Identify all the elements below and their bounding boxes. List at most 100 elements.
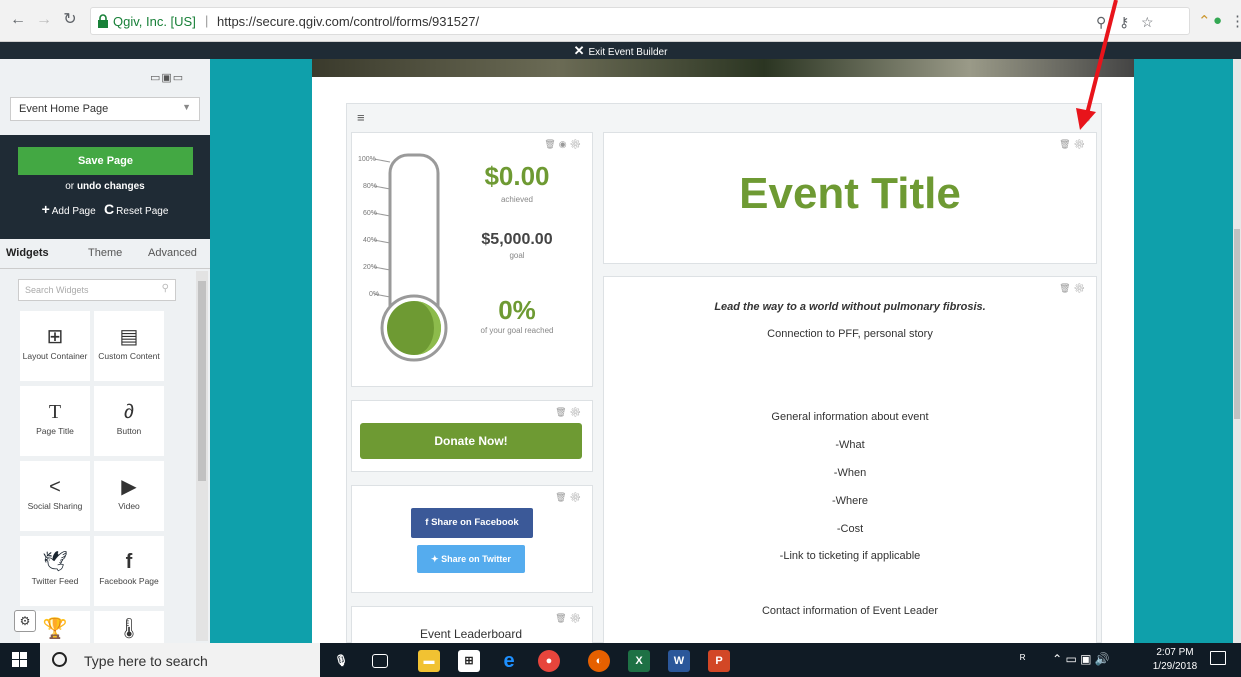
- widget-scrollbar[interactable]: [196, 271, 208, 641]
- donate-now-button[interactable]: Donate Now!: [360, 423, 582, 459]
- achieved-label: achieved: [500, 195, 534, 204]
- gear-icon[interactable]: ⚙: [1074, 283, 1088, 293]
- powerpoint-icon[interactable]: P: [708, 650, 730, 672]
- word-icon[interactable]: W: [668, 650, 690, 672]
- widget-twitter-feed[interactable]: 🕊 Twitter Feed: [20, 536, 90, 606]
- file-explorer-icon[interactable]: ▬: [418, 650, 440, 672]
- settings-gear-icon[interactable]: ⚙: [14, 610, 36, 632]
- clock-date[interactable]: 1/29/2018: [1150, 661, 1200, 672]
- star-icon[interactable]: ☆: [1141, 14, 1154, 31]
- close-icon: ✕: [573, 43, 585, 58]
- notification-icon[interactable]: [1210, 651, 1226, 665]
- share-facebook-label: Share on Facebook: [431, 517, 519, 528]
- chevron-down-icon: ▼: [182, 102, 191, 112]
- trash-icon[interactable]: 🗑: [1059, 139, 1073, 149]
- microphone-icon[interactable]: 🎙: [330, 650, 352, 672]
- chrome-icon[interactable]: ●: [538, 650, 560, 672]
- layout-toggle-icon[interactable]: ▭▣▭: [150, 71, 184, 84]
- widget-label: Social Sharing: [27, 501, 83, 511]
- share-twitter-button[interactable]: ✦ Share on Twitter: [417, 545, 525, 573]
- goal-label: goal: [509, 251, 525, 260]
- search-icon: ⚲: [161, 283, 169, 294]
- gear-icon[interactable]: ⚙: [570, 613, 584, 623]
- back-icon[interactable]: ←: [8, 10, 28, 30]
- widget-label: Video: [118, 501, 140, 511]
- reload-icon[interactable]: ↻: [60, 10, 80, 30]
- page-select[interactable]: Event Home Page ▼: [10, 97, 200, 121]
- taskbar-search[interactable]: Type here to search: [40, 643, 320, 677]
- gear-icon[interactable]: ⚙: [570, 492, 584, 502]
- forward-icon[interactable]: →: [34, 10, 54, 30]
- grammarly-icon[interactable]: ●: [1213, 12, 1222, 29]
- key-icon[interactable]: ⚷: [1119, 14, 1129, 31]
- share-facebook-button[interactable]: f Share on Facebook: [411, 508, 533, 538]
- lock-icon: [98, 14, 108, 28]
- excel-icon[interactable]: X: [628, 650, 650, 672]
- page-title-widget: 🗑⚙ Event Title: [603, 132, 1097, 264]
- gear-icon[interactable]: ⚙: [1074, 139, 1088, 149]
- clock-time[interactable]: 2:07 PM: [1150, 647, 1200, 658]
- widget-video[interactable]: ▶ Video: [94, 461, 164, 531]
- widget-facebook-page[interactable]: f Facebook Page: [94, 536, 164, 606]
- system-tray[interactable]: ᴿ ⌃ ▭ ▣ 🔊: [1020, 652, 1110, 666]
- extension-icon[interactable]: ⌃: [1198, 12, 1211, 30]
- tick-label: 100%: [358, 156, 376, 163]
- edge-icon[interactable]: e: [498, 650, 520, 672]
- widget-label: Custom Content: [98, 351, 160, 361]
- windows-start-icon[interactable]: [12, 652, 28, 668]
- task-view-icon[interactable]: [372, 654, 388, 668]
- twitter-icon: ✦: [431, 554, 442, 564]
- twitter-icon: 🕊: [42, 551, 68, 573]
- description-lead: Lead the way to a world without pulmonar…: [714, 301, 986, 313]
- tab-theme[interactable]: Theme: [88, 247, 122, 259]
- address-bar[interactable]: Qgiv, Inc. [US] | https://secure.qgiv.co…: [90, 7, 1190, 35]
- widget-page-title[interactable]: T Page Title: [20, 386, 90, 456]
- cortana-icon: [52, 652, 67, 667]
- event-title: Event Title: [739, 169, 961, 218]
- text-icon: T: [48, 401, 62, 423]
- save-panel: Save Page or undo changes + Add Page C Res…: [0, 135, 210, 239]
- trash-icon[interactable]: 🗑: [555, 613, 569, 623]
- trash-icon[interactable]: 🗑: [1059, 283, 1073, 293]
- undo-line: or undo changes: [0, 181, 210, 192]
- widget-button[interactable]: ∂ Button: [94, 386, 164, 456]
- description-line: -Link to ticketing if applicable: [779, 550, 921, 562]
- tick-label: 60%: [363, 210, 377, 217]
- tick-label: 40%: [363, 237, 377, 244]
- widget-thermometer[interactable]: 🌡: [94, 611, 164, 643]
- widget-tools: 🗑⚙: [555, 613, 584, 624]
- page-preview: ≡ 🗑 🗑◉⚙ 100% 80% 60%: [312, 59, 1134, 646]
- widget-social-sharing[interactable]: < Social Sharing: [20, 461, 90, 531]
- tab-advanced[interactable]: Advanced: [148, 247, 197, 259]
- video-icon: ▶: [121, 476, 137, 498]
- url-text[interactable]: https://secure.qgiv.com/control/forms/93…: [217, 14, 479, 29]
- windows-taskbar: Type here to search 🎙 ▬ ⊞ e ● ◐ X W P ᴿ …: [0, 643, 1241, 677]
- widget-custom-content[interactable]: ▤ Custom Content: [94, 311, 164, 381]
- widget-label: Page Title: [36, 426, 74, 436]
- exit-event-builder-bar[interactable]: ✕ Exit Event Builder: [0, 42, 1241, 59]
- store-icon[interactable]: ⊞: [458, 650, 480, 672]
- firefox-icon[interactable]: ◐: [588, 650, 610, 672]
- thermometer-widget[interactable]: 🗑◉⚙ 100% 80% 60% 40% 20% 0% $0.00 achiev…: [351, 132, 593, 387]
- builder-sidebar: ▭▣▭ Event Home Page ▼ Save Page or undo …: [0, 59, 210, 643]
- widget-label: Button: [116, 426, 142, 436]
- trash-icon[interactable]: 🗑: [555, 407, 569, 417]
- page-scrollbar[interactable]: [1233, 59, 1241, 643]
- tick-label: 20%: [363, 264, 377, 271]
- menu-dots-icon[interactable]: ⋮: [1230, 12, 1241, 30]
- tab-widgets[interactable]: Widgets: [6, 247, 49, 259]
- save-page-button[interactable]: Save Page: [18, 147, 193, 175]
- gear-icon[interactable]: ⚙: [570, 407, 584, 417]
- widget-search-input[interactable]: Search Widgets ⚲: [18, 279, 176, 301]
- reset-page-link[interactable]: Reset Page: [116, 206, 168, 217]
- undo-changes-link[interactable]: undo changes: [77, 181, 145, 192]
- layout-icon: ⊞: [46, 326, 64, 348]
- leaderboard-title: Event Leaderboard: [419, 627, 523, 641]
- add-page-link[interactable]: Add Page: [52, 206, 96, 217]
- widget-tools: 🗑⚙: [1059, 283, 1088, 294]
- description-line: General information about event: [771, 411, 929, 423]
- menu-icon[interactable]: ≡: [357, 110, 365, 125]
- undo-or-text: or: [65, 181, 75, 192]
- widget-layout-container[interactable]: ⊞ Layout Container: [20, 311, 90, 381]
- trash-icon[interactable]: 🗑: [555, 492, 569, 502]
